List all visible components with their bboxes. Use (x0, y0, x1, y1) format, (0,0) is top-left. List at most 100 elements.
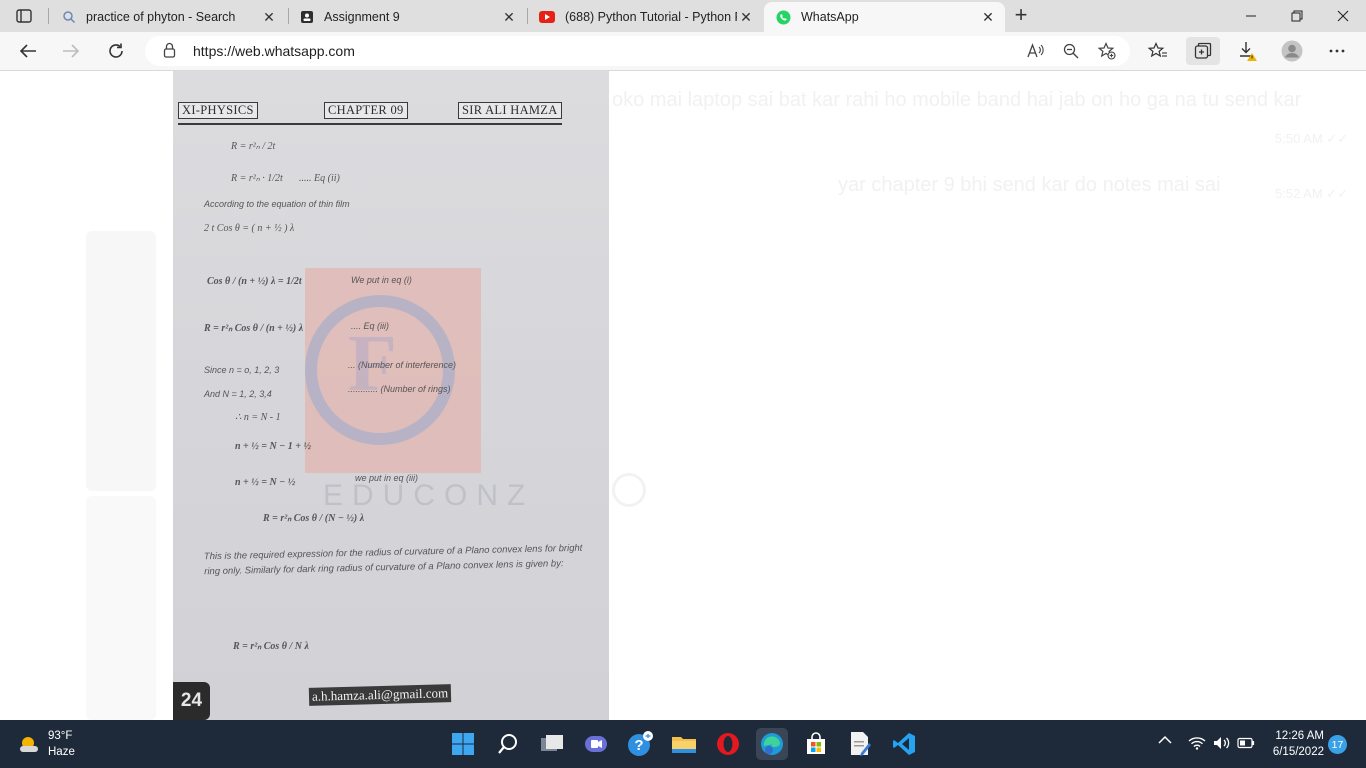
search-icon (63, 11, 76, 24)
tab-assignment[interactable]: Assignment 9 ✕ (288, 2, 526, 32)
media-viewer-image[interactable]: XI-PHYSICS CHAPTER 09 SIR ALI HAMZA F ED… (173, 71, 609, 720)
equation-line: 2 t Cos θ = ( n + ½ ) λ (204, 223, 295, 234)
watermark-text: EDUCONZ (323, 479, 535, 512)
equation-line: Cos θ / (n + ½) λ = 1/2t (207, 276, 302, 287)
chat-message-time: 5:52 AM ✓✓ (1275, 186, 1349, 201)
collections-button[interactable] (1186, 37, 1220, 65)
tab-actions-button[interactable] (8, 4, 40, 28)
notification-badge[interactable]: 17 (1328, 735, 1347, 754)
search-button[interactable] (492, 728, 524, 760)
battery-icon (1237, 737, 1255, 749)
more-icon (1329, 49, 1345, 53)
wifi-status[interactable] (1188, 736, 1206, 753)
tab-whatsapp[interactable]: WhatsApp ✕ (764, 2, 1005, 32)
equation-line: n + ½ = N − 1 + ½ (235, 441, 311, 452)
document-pen-icon (851, 732, 871, 756)
profile-button[interactable] (1277, 37, 1307, 65)
page-number: 24 (173, 682, 210, 720)
pdf-app-button[interactable] (844, 728, 876, 760)
text-line: Since n = o, 1, 2, 3 (204, 365, 280, 375)
equation-line: R = r²ₙ Cos θ / (n + ½) λ (204, 323, 304, 334)
clock-time: 12:26 AM (1275, 730, 1324, 742)
tab-actions-icon (16, 9, 32, 23)
refresh-button[interactable] (101, 37, 131, 65)
close-tab-button[interactable]: ✕ (737, 8, 755, 26)
equation-line: R = r²ₙ Cos θ / N λ (233, 641, 309, 652)
text-line: We put in eq (i) (351, 275, 412, 285)
tab-search[interactable]: practice of phyton - Search ✕ (50, 2, 286, 32)
forward-button[interactable] (56, 37, 86, 65)
read-aloud-button[interactable] (1022, 39, 1050, 63)
assignment-icon (301, 11, 313, 23)
favorites-button[interactable] (1143, 37, 1173, 65)
weather-widget[interactable]: 93°F Haze (18, 728, 75, 760)
lock-icon (163, 42, 176, 58)
equation-line: R = r²ₙ Cos θ / (N − ½) λ (263, 513, 365, 524)
edge-browser-button[interactable] (756, 728, 788, 760)
tab-youtube[interactable]: (688) Python Tutorial - Python Fu ✕ (527, 2, 763, 32)
opera-browser-button[interactable] (712, 728, 744, 760)
task-view-icon (541, 735, 563, 751)
chevron-up-icon (1158, 735, 1172, 744)
system-clock[interactable]: 12:26 AM 6/15/2022 (1262, 728, 1324, 760)
collections-icon (1194, 42, 1212, 59)
start-button[interactable] (447, 728, 479, 760)
back-button[interactable] (13, 37, 43, 65)
close-tab-button[interactable]: ✕ (979, 8, 997, 26)
text-line: ... (Number of interference) (348, 360, 457, 370)
weather-temperature: 93°F (48, 730, 73, 742)
windows-logo-icon (452, 733, 474, 755)
text-line: we put in eq (iii) (355, 473, 419, 483)
task-view-button[interactable] (536, 728, 568, 760)
equation-line: R = r²ₙ · 1/2t (231, 173, 283, 184)
folder-icon (672, 737, 696, 753)
file-explorer-button[interactable] (668, 728, 700, 760)
youtube-icon (539, 11, 555, 23)
favorites-icon (1148, 42, 1167, 58)
avatar-icon (1281, 40, 1303, 62)
microsoft-store-button[interactable] (800, 728, 832, 760)
chat-message-time: 5:50 AM ✓✓ (1275, 131, 1349, 146)
forward-arrow-icon (63, 44, 80, 58)
close-tab-button[interactable]: ✕ (260, 8, 278, 26)
star-add-icon (1098, 42, 1116, 60)
address-bar[interactable]: https://web.whatsapp.com (145, 36, 1130, 66)
show-hidden-icons-button[interactable] (1158, 734, 1172, 748)
volume-status[interactable] (1213, 736, 1231, 753)
tab-strip: practice of phyton - Search ✕ Assignment… (0, 0, 1366, 32)
settings-menu-button[interactable] (1322, 37, 1352, 65)
downloads-button[interactable] (1233, 37, 1263, 65)
close-window-button[interactable] (1320, 0, 1366, 32)
restore-icon (1291, 10, 1303, 22)
chat-panel-ghost (86, 231, 156, 491)
close-icon (1337, 10, 1349, 22)
equation-line: ∴ n = N - 1 (235, 412, 281, 423)
text-line: And N = 1, 2, 3,4 (204, 389, 272, 399)
clock-date: 6/15/2022 (1272, 746, 1324, 758)
download-circle-ghost (612, 473, 646, 507)
add-favorite-button[interactable] (1093, 39, 1121, 63)
battery-status[interactable] (1237, 737, 1255, 752)
weather-condition: Haze (48, 746, 75, 758)
new-tab-button[interactable]: + (1008, 4, 1034, 28)
chat-message-text: yar chapter 9 bhi send kar do notes mai … (838, 174, 1221, 196)
explanation-paragraph: This is the required expression for the … (203, 542, 583, 578)
minimize-button[interactable] (1228, 0, 1274, 32)
equation-tag: .... Eq (iii) (351, 321, 390, 331)
close-tab-button[interactable]: ✕ (500, 8, 518, 26)
text-line: ............ (Number of rings) (348, 384, 451, 394)
tab-label: Assignment 9 (324, 10, 400, 24)
tab-label: practice of phyton - Search (86, 10, 236, 24)
author-email: a.h.hamza.ali@gmail.com (308, 684, 452, 706)
refresh-icon (109, 43, 123, 58)
tab-label: WhatsApp (801, 10, 859, 24)
help-app-button[interactable]: ? (624, 728, 656, 760)
url-text: https://web.whatsapp.com (193, 43, 355, 59)
teams-chat-button[interactable] (580, 728, 612, 760)
taskbar: 93°F Haze ? 12:26 AM 6/15/2022 17 (0, 720, 1366, 768)
vscode-button[interactable] (888, 728, 920, 760)
zoom-out-button[interactable] (1057, 39, 1085, 63)
vscode-icon (893, 733, 915, 755)
equation-tag: ..... Eq (ii) (299, 173, 340, 184)
restore-button[interactable] (1274, 0, 1320, 32)
